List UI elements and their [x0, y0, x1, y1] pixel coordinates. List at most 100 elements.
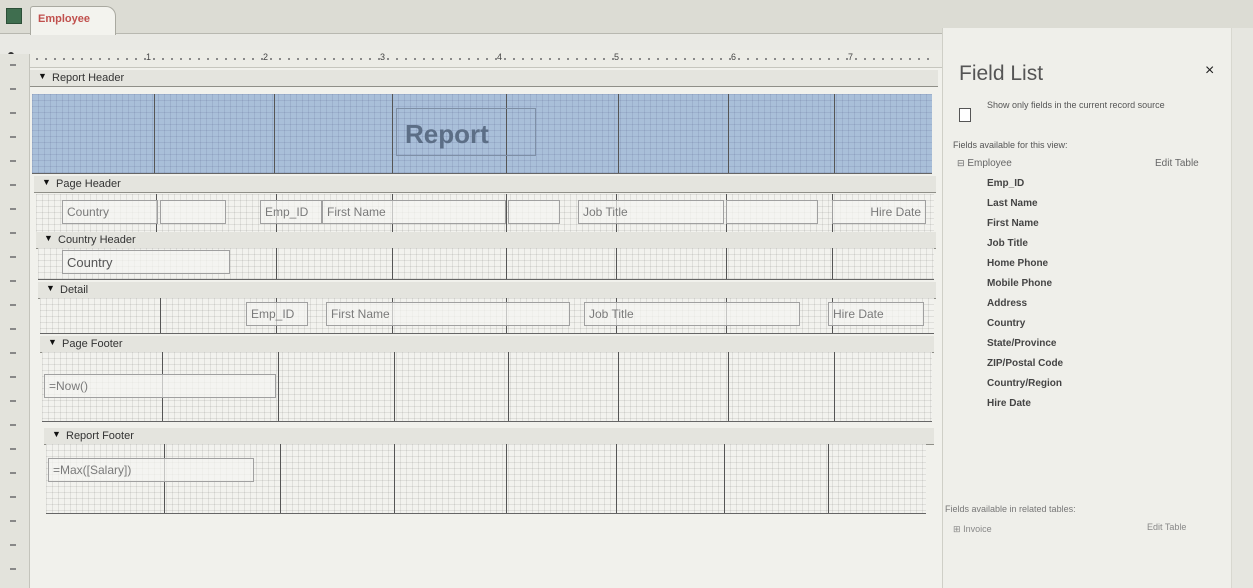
- hire-date-textbox[interactable]: Hire Date: [828, 302, 924, 326]
- section-collapse-icon: ▼: [38, 71, 47, 81]
- ruler-tick: [900, 58, 902, 60]
- page-header-band[interactable]: Country Emp_ID First Name Job Title Hire…: [36, 194, 934, 234]
- ruler-tick: [153, 58, 155, 60]
- empty-label[interactable]: [160, 200, 226, 224]
- emp-id-label[interactable]: Emp_ID: [260, 200, 322, 224]
- field-item[interactable]: First Name: [987, 218, 1039, 229]
- ruler-tick: [162, 58, 164, 60]
- ruler-number: 2: [263, 52, 269, 62]
- ruler-tick: [756, 58, 758, 60]
- field-item[interactable]: Home Phone: [987, 258, 1048, 269]
- field-item[interactable]: Mobile Phone: [987, 278, 1052, 289]
- close-icon[interactable]: ×: [1205, 62, 1214, 80]
- ruler-tick: [774, 58, 776, 60]
- field-item[interactable]: Last Name: [987, 198, 1038, 209]
- report-footer-section-bar[interactable]: ▼ Report Footer: [44, 428, 934, 445]
- section-collapse-icon: ▼: [44, 233, 53, 243]
- show-only-fields-icon[interactable]: [959, 108, 971, 122]
- tab-employee[interactable]: Employee: [30, 6, 116, 35]
- ruler-tick: [10, 184, 16, 186]
- ruler-tick: [864, 58, 866, 60]
- ruler-tick: [216, 58, 218, 60]
- ruler-tick: [10, 376, 16, 378]
- page-footer-band[interactable]: =Now(): [42, 352, 932, 422]
- ruler-tick: [10, 304, 16, 306]
- field-item[interactable]: State/Province: [987, 338, 1056, 349]
- ruler-tick: [10, 136, 16, 138]
- ruler-tick: [567, 58, 569, 60]
- field-item[interactable]: Country/Region: [987, 378, 1062, 389]
- ruler-tick: [828, 58, 830, 60]
- country-label[interactable]: Country: [62, 200, 158, 224]
- field-item[interactable]: Address: [987, 298, 1027, 309]
- ruler-tick: [873, 58, 875, 60]
- grid-line: [834, 94, 835, 173]
- field-item[interactable]: Job Title: [987, 238, 1028, 249]
- table-node-invoice[interactable]: ⊞ Invoice: [953, 524, 992, 535]
- ruler-tick: [10, 112, 16, 114]
- ruler-number: 5: [614, 52, 620, 62]
- grid-line: [154, 94, 155, 173]
- grid-line: [728, 94, 729, 173]
- ruler-tick: [558, 58, 560, 60]
- ruler-tick: [738, 58, 740, 60]
- field-item[interactable]: Emp_ID: [987, 178, 1024, 189]
- vertical-ruler[interactable]: [0, 54, 30, 588]
- country-textbox[interactable]: Country: [62, 250, 230, 274]
- grid-line: [828, 444, 829, 513]
- first-name-label[interactable]: First Name: [322, 200, 506, 224]
- report-header-section-bar[interactable]: ▼ Report Header: [30, 70, 938, 87]
- ruler-tick: [351, 58, 353, 60]
- emp-id-textbox[interactable]: Emp_ID: [246, 302, 308, 326]
- ruler-tick: [387, 58, 389, 60]
- now-expression-textbox[interactable]: =Now(): [44, 374, 276, 398]
- report-header-band[interactable]: Report: [32, 94, 932, 174]
- ruler-tick: [621, 58, 623, 60]
- country-header-band[interactable]: Country: [38, 248, 934, 280]
- ruler-tick: [819, 58, 821, 60]
- first-name-textbox[interactable]: First Name: [326, 302, 570, 326]
- report-title-label[interactable]: Report: [396, 108, 536, 156]
- ruler-tick: [684, 58, 686, 60]
- ruler-tick: [10, 352, 16, 354]
- field-item[interactable]: ZIP/Postal Code: [987, 358, 1063, 369]
- grid-line: [726, 248, 727, 279]
- grid-line: [278, 352, 279, 421]
- job-title-label[interactable]: Job Title: [578, 200, 724, 224]
- ruler-tick: [837, 58, 839, 60]
- expand-icon[interactable]: ⊞: [953, 524, 961, 534]
- report-footer-band[interactable]: =Max([Salary]): [46, 444, 926, 514]
- ruler-tick: [522, 58, 524, 60]
- detail-section-bar[interactable]: ▼ Detail: [38, 282, 936, 299]
- edit-related-table-link[interactable]: Edit Table: [1147, 522, 1186, 532]
- job-title-textbox[interactable]: Job Title: [584, 302, 800, 326]
- ruler-tick: [225, 58, 227, 60]
- show-only-fields-link[interactable]: Show only fields in the current record s…: [987, 100, 1207, 110]
- empty-label[interactable]: [508, 200, 560, 224]
- page-header-section-bar[interactable]: ▼ Page Header: [34, 176, 936, 193]
- ruler-tick: [54, 58, 56, 60]
- detail-band[interactable]: Emp_ID First Name Job Title Hire Date: [40, 298, 934, 334]
- page-footer-section-bar[interactable]: ▼ Page Footer: [40, 336, 934, 353]
- max-salary-expression-textbox[interactable]: =Max([Salary]): [48, 458, 254, 482]
- horizontal-ruler[interactable]: 1 2 3 4 5 6 7: [30, 50, 942, 68]
- grid-line: [724, 444, 725, 513]
- collapse-icon[interactable]: ⊟: [957, 158, 965, 168]
- grid-line: [728, 352, 729, 421]
- field-item[interactable]: Country: [987, 318, 1025, 329]
- ruler-tick: [252, 58, 254, 60]
- hire-date-label[interactable]: Hire Date: [832, 200, 926, 224]
- ruler-tick: [135, 58, 137, 60]
- grid-line: [834, 352, 835, 421]
- ruler-tick: [540, 58, 542, 60]
- ruler-tick: [10, 160, 16, 162]
- grid-line: [616, 444, 617, 513]
- ruler-tick: [207, 58, 209, 60]
- country-header-section-bar[interactable]: ▼ Country Header: [36, 232, 936, 249]
- ruler-tick: [81, 58, 83, 60]
- ruler-tick: [423, 58, 425, 60]
- field-item[interactable]: Hire Date: [987, 398, 1031, 409]
- ruler-tick: [531, 58, 533, 60]
- edit-table-link[interactable]: Edit Table: [1155, 158, 1199, 169]
- empty-label[interactable]: [726, 200, 818, 224]
